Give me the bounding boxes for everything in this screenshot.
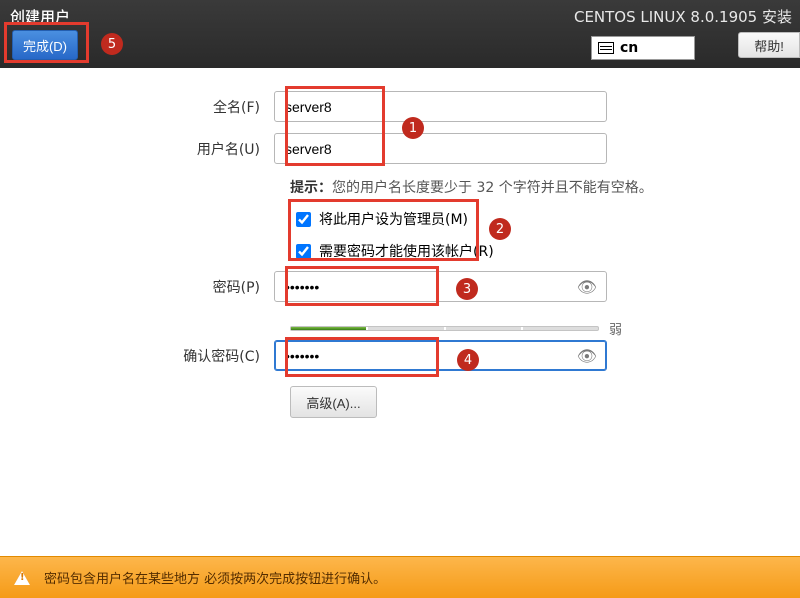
require-password-checkbox[interactable] xyxy=(296,244,311,259)
annotation-badge-2: 2 xyxy=(489,218,511,240)
hint-text: 您的用户名长度要少于 32 个字符并且不能有空格。 xyxy=(332,180,653,196)
done-button[interactable]: 完成(D) xyxy=(12,30,78,60)
password-input[interactable] xyxy=(274,271,607,302)
password-label: 密码(P) xyxy=(0,277,274,297)
password-strength-meter: 弱 xyxy=(290,319,622,338)
strength-seg-3 xyxy=(446,327,523,330)
annotation-badge-5: 5 xyxy=(101,33,123,55)
username-label: 用户名(U) xyxy=(0,139,274,159)
strength-seg-2 xyxy=(368,327,445,330)
strength-seg-4 xyxy=(523,327,598,330)
strength-bar xyxy=(290,326,599,331)
warning-icon xyxy=(14,571,30,585)
form-body: 全名(F) 用户名(U) 1 提示：您的用户名长度要少于 32 个字符并且不能有… xyxy=(0,68,800,556)
page-title: 创建用户 xyxy=(10,6,70,27)
keyboard-layout-label: cn xyxy=(620,40,638,56)
strength-seg-1 xyxy=(291,327,368,330)
hint-label: 提示： xyxy=(290,180,332,196)
keyboard-icon xyxy=(598,42,614,54)
admin-checkbox[interactable] xyxy=(296,212,311,227)
require-password-checkbox-label: 需要密码才能使用该帐户(R) xyxy=(319,241,494,261)
confirm-password-input[interactable] xyxy=(274,340,607,371)
fullname-input[interactable] xyxy=(274,91,607,122)
username-hint: 提示：您的用户名长度要少于 32 个字符并且不能有空格。 xyxy=(290,177,653,197)
strength-label: 弱 xyxy=(609,319,622,338)
warning-text: 密码包含用户名在某些地方 必须按两次完成按钮进行确认。 xyxy=(44,568,386,587)
confirm-password-label: 确认密码(C) xyxy=(0,346,274,366)
eye-icon[interactable]: 👁 xyxy=(577,346,597,365)
keyboard-layout-indicator[interactable]: cn xyxy=(591,36,695,60)
advanced-button[interactable]: 高级(A)... xyxy=(290,386,377,418)
installer-subtitle: CENTOS LINUX 8.0.1905 安装 xyxy=(574,6,792,27)
eye-icon[interactable]: 👁 xyxy=(577,277,597,296)
help-button[interactable]: 帮助! xyxy=(738,32,800,58)
fullname-label: 全名(F) xyxy=(0,97,274,117)
admin-checkbox-label: 将此用户设为管理员(M) xyxy=(319,209,468,229)
warning-footer: 密码包含用户名在某些地方 必须按两次完成按钮进行确认。 https://blog… xyxy=(0,556,800,598)
header-bar: 创建用户 CENTOS LINUX 8.0.1905 安装 完成(D) cn 帮… xyxy=(0,0,800,68)
username-input[interactable] xyxy=(274,133,607,164)
